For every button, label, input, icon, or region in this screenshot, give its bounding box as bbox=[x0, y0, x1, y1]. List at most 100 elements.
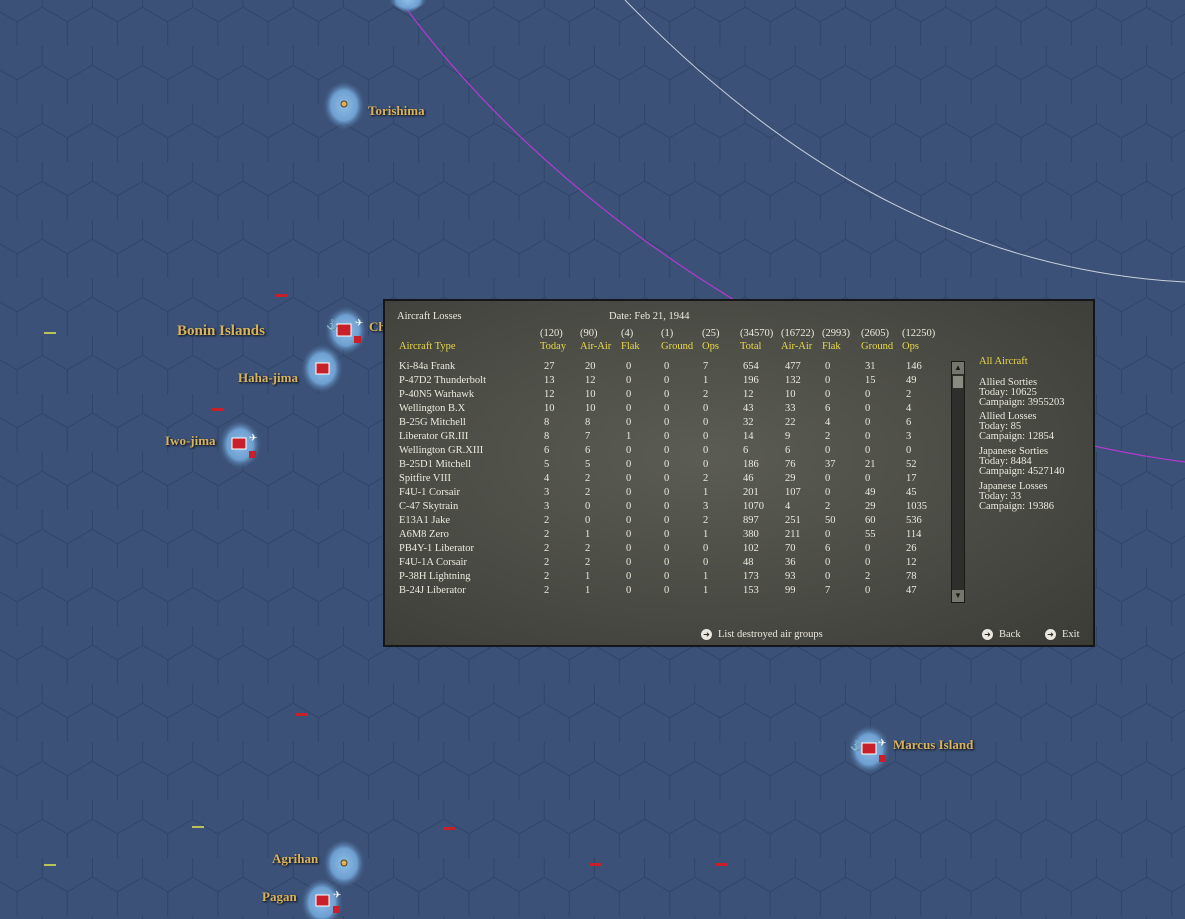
value-cell: 0 bbox=[664, 459, 670, 470]
value-cell: 60 bbox=[865, 515, 876, 526]
all-aircraft-filter[interactable]: All Aircraft bbox=[979, 356, 1028, 367]
place-label-agrihan: Agrihan bbox=[272, 851, 319, 866]
column-header[interactable]: Ops bbox=[902, 341, 919, 352]
value-cell: 21 bbox=[865, 459, 876, 470]
value-cell: 6 bbox=[585, 445, 591, 456]
value-cell: 12 bbox=[544, 389, 555, 400]
value-cell: 78 bbox=[906, 571, 917, 582]
table-row[interactable]: Liberator GR.III 8 7 1 0 0 14 9 2 0 3 bbox=[385, 431, 945, 445]
panel-title: Aircraft Losses bbox=[397, 311, 462, 322]
aircraft-type-cell: P-40N5 Warhawk bbox=[399, 389, 475, 400]
column-header[interactable]: Today bbox=[540, 341, 566, 352]
list-destroyed-air-groups-button[interactable]: ➜ List destroyed air groups bbox=[701, 629, 823, 640]
value-cell: 201 bbox=[743, 487, 759, 498]
column-header[interactable]: Air-Air bbox=[580, 341, 611, 352]
table-row[interactable]: A6M8 Zero 2 1 0 0 1 380 211 0 55 114 bbox=[385, 529, 945, 543]
table-row[interactable]: Wellington B.X 10 10 0 0 0 43 33 6 0 4 bbox=[385, 403, 945, 417]
value-cell: 10 bbox=[544, 403, 555, 414]
value-cell: 0 bbox=[865, 473, 871, 484]
value-cell: 1 bbox=[703, 529, 709, 540]
table-row[interactable]: Spitfire VIII 4 2 0 0 2 46 29 0 0 17 bbox=[385, 473, 945, 487]
table-row[interactable]: P-47D2 Thunderbolt 13 12 0 0 1 196 132 0 15 49 bbox=[385, 375, 945, 389]
header-total: (34570) bbox=[740, 328, 774, 339]
value-cell: 3 bbox=[906, 431, 912, 442]
value-cell: 0 bbox=[626, 571, 632, 582]
value-cell: 0 bbox=[626, 417, 632, 428]
value-cell: 6 bbox=[544, 445, 550, 456]
column-header[interactable]: Air-Air bbox=[781, 341, 812, 352]
table-row[interactable]: F4U-1 Corsair 3 2 0 0 1 201 107 0 49 45 bbox=[385, 487, 945, 501]
value-cell: 0 bbox=[664, 543, 670, 554]
column-header[interactable]: Ops bbox=[702, 341, 719, 352]
table-scrollbar[interactable]: ▲ ▼ bbox=[951, 361, 965, 603]
aircraft-type-cell: Ki-84a Frank bbox=[399, 361, 456, 372]
table-row[interactable]: E13A1 Jake 2 0 0 0 2 897 251 50 60 536 bbox=[385, 515, 945, 529]
column-header[interactable]: Aircraft Type bbox=[399, 341, 456, 352]
value-cell: 107 bbox=[785, 487, 801, 498]
value-cell: 2 bbox=[825, 431, 831, 442]
value-cell: 0 bbox=[664, 529, 670, 540]
value-cell: 7 bbox=[703, 361, 709, 372]
column-header[interactable]: Ground bbox=[661, 341, 693, 352]
value-cell: 0 bbox=[626, 529, 632, 540]
column-header[interactable]: Ground bbox=[861, 341, 893, 352]
scroll-thumb[interactable] bbox=[953, 376, 963, 388]
scroll-up-arrow-icon[interactable]: ▲ bbox=[952, 362, 964, 374]
summary-campaign: Campaign: 12854 bbox=[979, 431, 1054, 442]
value-cell: 0 bbox=[825, 557, 831, 568]
table-row[interactable]: B-24J Liberator 2 1 0 0 1 153 99 7 0 47 bbox=[385, 585, 945, 599]
value-cell: 1 bbox=[585, 571, 591, 582]
header-total: (90) bbox=[580, 328, 598, 339]
aircraft-type-cell: A6M8 Zero bbox=[399, 529, 449, 540]
table-row[interactable]: C-47 Skytrain 3 0 0 0 3 1070 4 2 29 1035 bbox=[385, 501, 945, 515]
value-cell: 3 bbox=[703, 501, 709, 512]
table-row[interactable]: Ki-84a Frank 27 20 0 0 7 654 477 0 31 146 bbox=[385, 361, 945, 375]
summary-campaign: Campaign: 3955203 bbox=[979, 397, 1065, 408]
aircraft-type-cell: Wellington GR.XIII bbox=[399, 445, 484, 456]
svg-text:⚓: ⚓ bbox=[326, 318, 338, 331]
value-cell: 22 bbox=[785, 417, 796, 428]
value-cell: 897 bbox=[743, 515, 759, 526]
table-row[interactable]: PB4Y-1 Liberator 2 2 0 0 0 102 70 6 0 26 bbox=[385, 543, 945, 557]
value-cell: 20 bbox=[585, 361, 596, 372]
value-cell: 0 bbox=[865, 585, 871, 596]
value-cell: 1070 bbox=[743, 501, 764, 512]
header-total: (4) bbox=[621, 328, 634, 339]
value-cell: 12 bbox=[585, 375, 596, 386]
column-header[interactable]: Flak bbox=[621, 341, 640, 352]
value-cell: 13 bbox=[544, 375, 555, 386]
table-row[interactable]: B-25D1 Mitchell 5 5 0 0 0 186 76 37 21 52 bbox=[385, 459, 945, 473]
table-row[interactable]: P-40N5 Warhawk 12 10 0 0 2 12 10 0 0 2 bbox=[385, 389, 945, 403]
value-cell: 0 bbox=[626, 487, 632, 498]
aircraft-type-cell: PB4Y-1 Liberator bbox=[399, 543, 474, 554]
scroll-down-arrow-icon[interactable]: ▼ bbox=[952, 590, 964, 602]
value-cell: 8 bbox=[544, 431, 550, 442]
exit-button[interactable]: ➜ Exit bbox=[1045, 629, 1080, 640]
value-cell: 27 bbox=[544, 361, 555, 372]
table-row[interactable]: P-38H Lightning 2 1 0 0 1 173 93 0 2 78 bbox=[385, 571, 945, 585]
value-cell: 0 bbox=[626, 361, 632, 372]
column-header[interactable]: Flak bbox=[822, 341, 841, 352]
summary-campaign: Campaign: 19386 bbox=[979, 501, 1054, 512]
value-cell: 49 bbox=[865, 487, 876, 498]
svg-text:✈: ✈ bbox=[249, 433, 257, 444]
header-total: (1) bbox=[661, 328, 674, 339]
value-cell: 1 bbox=[703, 375, 709, 386]
aircraft-type-cell: Liberator GR.III bbox=[399, 431, 469, 442]
value-cell: 146 bbox=[906, 361, 922, 372]
table-row[interactable]: Wellington GR.XIII 6 6 0 0 0 6 6 0 0 0 bbox=[385, 445, 945, 459]
value-cell: 93 bbox=[785, 571, 796, 582]
aircraft-losses-panel: Aircraft Losses Date: Feb 21, 1944 Aircr… bbox=[383, 299, 1095, 647]
value-cell: 0 bbox=[865, 557, 871, 568]
aircraft-type-cell: B-25G Mitchell bbox=[399, 417, 466, 428]
table-row[interactable]: F4U-1A Corsair 2 2 0 0 0 48 36 0 0 12 bbox=[385, 557, 945, 571]
value-cell: 29 bbox=[785, 473, 796, 484]
back-button[interactable]: ➜ Back bbox=[982, 629, 1021, 640]
value-cell: 0 bbox=[825, 389, 831, 400]
value-cell: 114 bbox=[906, 529, 922, 540]
table-row[interactable]: B-25G Mitchell 8 8 0 0 0 32 22 4 0 6 bbox=[385, 417, 945, 431]
value-cell: 0 bbox=[664, 431, 670, 442]
column-header[interactable]: Total bbox=[740, 341, 761, 352]
value-cell: 31 bbox=[865, 361, 876, 372]
value-cell: 0 bbox=[825, 487, 831, 498]
